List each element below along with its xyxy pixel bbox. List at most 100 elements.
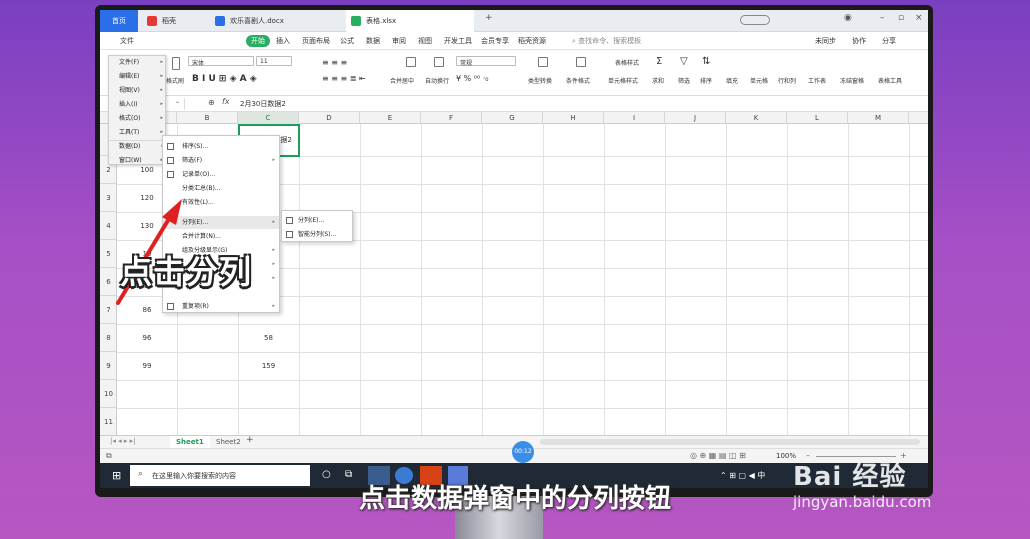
- col-K[interactable]: K: [726, 112, 787, 124]
- sort-icon[interactable]: ⇅: [702, 56, 710, 67]
- close-icon[interactable]: ×: [915, 13, 923, 23]
- command-search-label: 查找命令、搜索模板: [578, 37, 642, 45]
- view-mode-icons[interactable]: ◎ ⊕ ▦ ▤ ◫ ⊞: [690, 451, 746, 460]
- menu-tab-data[interactable]: 数据: [366, 35, 380, 47]
- layout-toggle-icon[interactable]: [740, 15, 770, 25]
- command-search[interactable]: ⌕ 查找命令、搜索模板: [572, 35, 641, 47]
- cell-style-label: 单元格样式: [608, 78, 639, 85]
- filter-icon[interactable]: ▽: [680, 56, 688, 67]
- maximize-icon[interactable]: ▫: [898, 13, 904, 23]
- col-B[interactable]: B: [177, 112, 238, 124]
- bold-icon[interactable]: B I U ⊞ ◈ A ◈: [192, 74, 257, 84]
- row-9[interactable]: 9: [100, 352, 117, 380]
- classic-menu-tools-label: 工具(T): [119, 129, 140, 136]
- sheet-icon: [351, 16, 361, 26]
- cell-B8[interactable]: 96: [117, 334, 177, 342]
- horizontal-scrollbar[interactable]: [540, 439, 920, 445]
- row-11[interactable]: 11: [100, 408, 117, 436]
- cond-format-icon[interactable]: [576, 57, 586, 67]
- menu-tab-layout[interactable]: 页面布局: [302, 35, 330, 47]
- share-button[interactable]: 分享: [882, 35, 896, 47]
- align-icons[interactable]: ≡ ≡ ≡: [322, 58, 347, 67]
- classic-menu-data[interactable]: 数据(D)▸: [109, 140, 166, 150]
- classic-menu-view[interactable]: 视图(V) ▸: [119, 84, 165, 97]
- col-L[interactable]: L: [787, 112, 848, 124]
- sheet-label: 工作表: [808, 78, 827, 85]
- menu-tab-vip[interactable]: 会员专享: [481, 35, 509, 47]
- col-J[interactable]: J: [665, 112, 726, 124]
- cell-C8[interactable]: 58: [238, 334, 299, 342]
- classic-menu-format[interactable]: 格式(O) ▸: [119, 112, 165, 125]
- menu-tab-docer[interactable]: 稻壳资源: [518, 35, 546, 47]
- minimize-icon[interactable]: –: [880, 13, 885, 23]
- classic-menu-window[interactable]: 窗口(W)▸: [119, 154, 165, 167]
- classic-menu-insert[interactable]: 插入(I) ▸: [119, 98, 165, 111]
- menu-file[interactable]: 文件: [120, 35, 134, 47]
- menu-tab-insert[interactable]: 插入: [276, 35, 290, 47]
- new-tab-icon[interactable]: +: [485, 13, 493, 23]
- col-F[interactable]: F: [421, 112, 482, 124]
- cond-format-label: 条件格式: [566, 78, 591, 85]
- menu-tab-view[interactable]: 视图: [418, 35, 432, 47]
- menu-tab-start[interactable]: 开始: [246, 35, 270, 47]
- sync-button[interactable]: 未同步: [815, 35, 836, 47]
- col-D[interactable]: D: [299, 112, 360, 124]
- row-8[interactable]: 8: [100, 324, 117, 352]
- collab-button[interactable]: 协作: [852, 35, 866, 47]
- submenu-text-to-columns[interactable]: 分列(E)...: [282, 214, 352, 227]
- align-row2-icons[interactable]: ≡ ≡ ≡ ≣ ⇤: [322, 74, 366, 83]
- fx-icon[interactable]: fx: [222, 97, 230, 106]
- type-convert-icon[interactable]: [538, 57, 548, 67]
- tab-home[interactable]: 首页: [100, 10, 138, 32]
- tab-docer[interactable]: 稻壳: [142, 10, 202, 32]
- col-M[interactable]: M: [848, 112, 909, 124]
- classic-menu-file-label: 文件(F): [119, 59, 140, 66]
- col-E[interactable]: E: [360, 112, 421, 124]
- format-painter-icon[interactable]: [172, 57, 180, 70]
- menu-item-sort[interactable]: 排序(S)...: [163, 140, 279, 153]
- sheet-tab-1[interactable]: Sheet1: [170, 436, 210, 448]
- sheet-nav-icons[interactable]: |◂ ◂ ▸ ▸|: [110, 437, 135, 445]
- col-C[interactable]: C: [238, 112, 299, 124]
- formula-input[interactable]: 2月30日数据2: [240, 99, 286, 109]
- chevron-right-icon: ▸: [160, 59, 163, 65]
- add-sheet-icon[interactable]: +: [246, 435, 254, 445]
- sum-icon[interactable]: Σ: [656, 56, 662, 67]
- classic-menu-tools[interactable]: 工具(T) ▸: [119, 126, 165, 139]
- split-column-icon: [286, 217, 293, 224]
- rowcol-label: 行和列: [778, 78, 797, 85]
- sheet-tab-2[interactable]: Sheet2: [210, 436, 247, 448]
- wrap-icon[interactable]: [434, 57, 444, 67]
- menu-item-subtotal[interactable]: 分类汇总(B)...: [163, 182, 279, 195]
- classic-menu-edit[interactable]: 编辑(E) ▸: [119, 70, 165, 83]
- chevron-right-icon: ▸: [272, 261, 275, 267]
- menu-item-record[interactable]: 记录单(O)...: [163, 168, 279, 181]
- menu-tab-formula[interactable]: 公式: [340, 35, 354, 47]
- col-H[interactable]: H: [543, 112, 604, 124]
- zoom-search-icon[interactable]: ⊕: [208, 98, 215, 107]
- submenu-smart-split-label: 智能分列(S)...: [298, 231, 337, 238]
- menu-tab-review[interactable]: 审阅: [392, 35, 406, 47]
- cell-C9[interactable]: 159: [238, 362, 299, 370]
- menu-tab-dev[interactable]: 开发工具: [444, 35, 472, 47]
- merge-icon[interactable]: [406, 57, 416, 67]
- col-I[interactable]: I: [604, 112, 665, 124]
- overlay-instruction: 点击分列: [120, 253, 253, 291]
- wrap-label: 自动换行: [425, 78, 450, 85]
- classic-menu-edit-label: 编辑(E): [119, 73, 140, 80]
- tab-docx[interactable]: 欢乐喜剧人.docx: [210, 10, 335, 32]
- type-convert-label: 类型转换: [528, 78, 553, 85]
- col-G[interactable]: G: [482, 112, 543, 124]
- classic-menu-file[interactable]: 文件(F) ▸: [119, 56, 165, 69]
- avatar[interactable]: ◉: [844, 13, 852, 23]
- submenu-smart-split[interactable]: 智能分列(S)...: [282, 228, 352, 241]
- menu-item-filter[interactable]: 筛选(F) ▸: [163, 154, 279, 167]
- number-format-icons[interactable]: ¥ % ⁰⁰ ·₀: [456, 74, 488, 83]
- classic-menu-panel: 文件(F) ▸ 编辑(E) ▸ 视图(V) ▸ 插入(I) ▸ 格式(O) ▸ 工具(T)…: [108, 55, 166, 165]
- chevron-right-icon: ▸: [160, 115, 163, 121]
- cell-B9[interactable]: 99: [117, 362, 177, 370]
- tab-xlsx[interactable]: 表格.xlsx: [346, 10, 474, 32]
- sort-icon: [167, 143, 174, 150]
- row-10[interactable]: 10: [100, 380, 117, 408]
- record-form-icon: [167, 171, 174, 178]
